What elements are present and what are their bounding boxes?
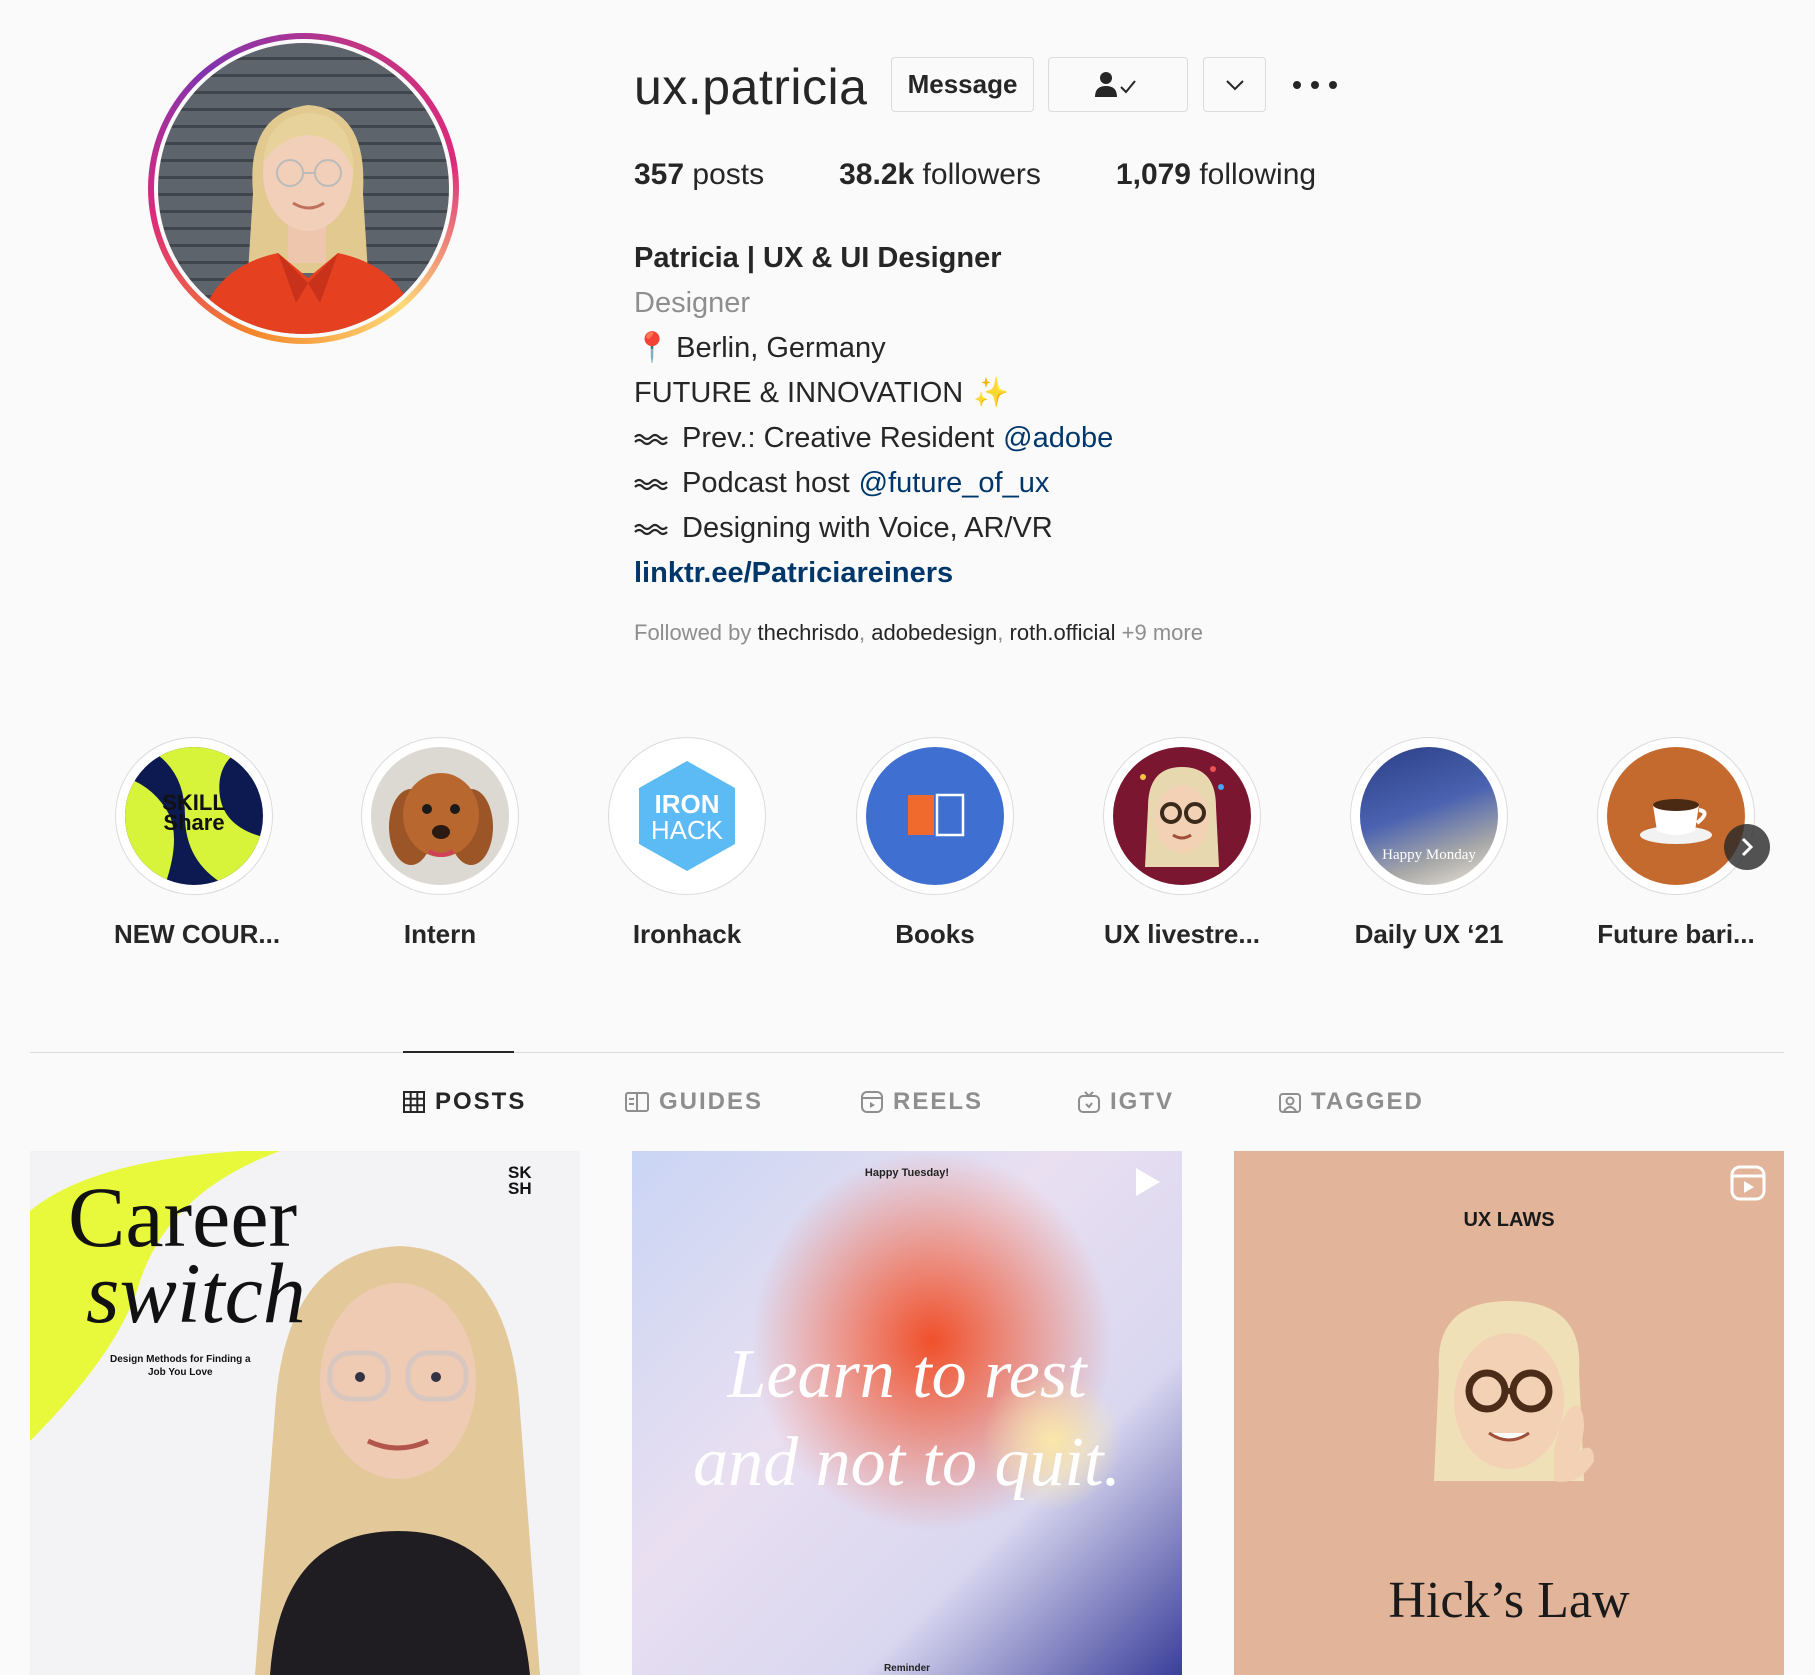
guides-icon <box>625 1092 649 1112</box>
followed-more[interactable]: +9 more <box>1122 620 1203 645</box>
pin-emoji: 📍 <box>634 332 671 364</box>
highlight-label: Intern <box>403 919 477 949</box>
post-quote: Learn to rest <box>727 1336 1087 1413</box>
post-tile-learn-to-rest[interactable]: Happy Tuesday! Learn to rest and not to … <box>632 1151 1182 1675</box>
profile-photo <box>158 43 449 334</box>
post-title: Hick’s Law <box>1388 1572 1630 1629</box>
person-illustration <box>198 105 418 334</box>
posts-count: 357 posts <box>634 158 765 191</box>
post-title: Career <box>68 1169 298 1265</box>
highlights-next-button[interactable] <box>1724 824 1770 870</box>
chevron-down-icon <box>1225 79 1244 90</box>
post-header: Happy Tuesday! <box>864 1167 950 1179</box>
post-quote: and not to quit. <box>693 1424 1121 1501</box>
book-icon <box>866 747 1004 885</box>
highlight-label: Books <box>895 919 975 949</box>
mention-link[interactable]: @future_of_ux <box>859 461 1050 506</box>
mention-link[interactable]: @adobe <box>1003 416 1113 461</box>
bio-line: Prev.: Creative Resident @adobe <box>634 416 1113 461</box>
reels-icon <box>1730 1165 1766 1201</box>
tab-tagged[interactable]: TAGGED <box>1279 1088 1424 1116</box>
highlight-label: NEW COUR... <box>114 919 281 949</box>
skillshare-logo: SKILL Share <box>125 747 263 885</box>
play-icon <box>1136 1168 1160 1196</box>
sparkles-emoji: ✨ <box>973 377 1010 409</box>
active-tab-indicator <box>403 1051 514 1053</box>
post-footer: Reminder <box>883 1663 931 1674</box>
dot <box>1311 81 1319 89</box>
post-tile-hicks-law[interactable]: UX LAWS Hick’s Law <box>1234 1151 1784 1675</box>
followers-count[interactable]: 38.2k followers <box>839 158 1041 192</box>
profile-avatar[interactable] <box>148 33 459 344</box>
igtv-icon <box>1078 1091 1100 1113</box>
highlight-new-course[interactable]: SKILL Share NEW COUR... <box>114 737 281 950</box>
tagged-icon <box>1279 1093 1301 1113</box>
tab-guides[interactable]: GUIDES <box>625 1088 763 1116</box>
profile-stats: 357 posts 38.2k followers 1,079 followin… <box>634 158 1391 192</box>
highlight-label: Daily UX ‘21 <box>1354 919 1504 949</box>
wave-dash-icon <box>634 433 668 445</box>
bio-name: Patricia | UX & UI Designer <box>634 242 1002 274</box>
post-title: switch <box>86 1245 306 1341</box>
memoji-party <box>1113 747 1251 885</box>
highlight-label: UX livestre... <box>1103 919 1261 949</box>
bio-website-link[interactable]: linktr.ee/Patriciareiners <box>634 551 1113 596</box>
office-photo: Happy Monday <box>1360 747 1498 885</box>
coffee-icon <box>1607 747 1745 885</box>
highlight-label: Future bari... <box>1597 919 1755 949</box>
post-tile-career-switch[interactable]: Career switch Design Methods for Finding… <box>30 1151 580 1675</box>
wave-dash-icon <box>634 523 668 535</box>
following-count[interactable]: 1,079 following <box>1116 158 1316 192</box>
follower-account[interactable]: thechrisdo <box>758 620 860 645</box>
reels-icon <box>861 1091 883 1113</box>
follower-account[interactable]: adobedesign <box>871 620 997 645</box>
bio-location: 📍 Berlin, Germany <box>634 326 1113 371</box>
tabs-divider <box>30 1052 1784 1053</box>
highlight-label: Ironhack <box>632 919 742 949</box>
chevron-right-icon <box>1741 837 1754 857</box>
bio-line: Podcast host @future_of_ux <box>634 461 1113 506</box>
dot <box>1329 81 1337 89</box>
wave-dash-icon <box>634 478 668 490</box>
dog-photo <box>371 747 509 885</box>
followed-by[interactable]: Followed by thechrisdo, adobedesign, rot… <box>634 620 1203 646</box>
more-options-button[interactable] <box>1293 70 1337 100</box>
tab-reels[interactable]: REELS <box>861 1088 983 1116</box>
grid-icon <box>403 1091 425 1113</box>
following-button[interactable] <box>1048 57 1188 112</box>
tab-igtv[interactable]: IGTV <box>1078 1088 1174 1116</box>
highlight-intern[interactable]: Intern <box>360 737 520 950</box>
profile-username: ux.patricia <box>634 59 868 115</box>
highlight-ironhack[interactable]: IRON HACK Ironhack <box>607 737 767 950</box>
person-check-icon <box>1095 71 1136 97</box>
highlight-books[interactable]: Books <box>855 737 1015 950</box>
bio-category: Designer <box>634 287 751 319</box>
bio-line: Designing with Voice, AR/VR <box>634 506 1113 551</box>
dot <box>1293 81 1301 89</box>
highlight-daily-ux[interactable]: Happy Monday Daily UX ‘21 <box>1349 737 1509 950</box>
bio-tagline: FUTURE & INNOVATION ✨ <box>634 371 1113 416</box>
skillshare-brand: SK SH <box>508 1163 532 1198</box>
suggested-dropdown-button[interactable] <box>1203 57 1266 112</box>
ironhack-logo: IRON HACK <box>618 747 756 885</box>
highlight-ux-livestream[interactable]: UX livestre... <box>1102 737 1262 950</box>
tab-posts[interactable]: POSTS <box>403 1088 526 1116</box>
profile-bio: Patricia | UX & UI Designer Designer 📍 B… <box>634 236 1113 596</box>
message-button[interactable]: Message <box>891 57 1034 112</box>
follower-account[interactable]: roth.official <box>1010 620 1116 645</box>
